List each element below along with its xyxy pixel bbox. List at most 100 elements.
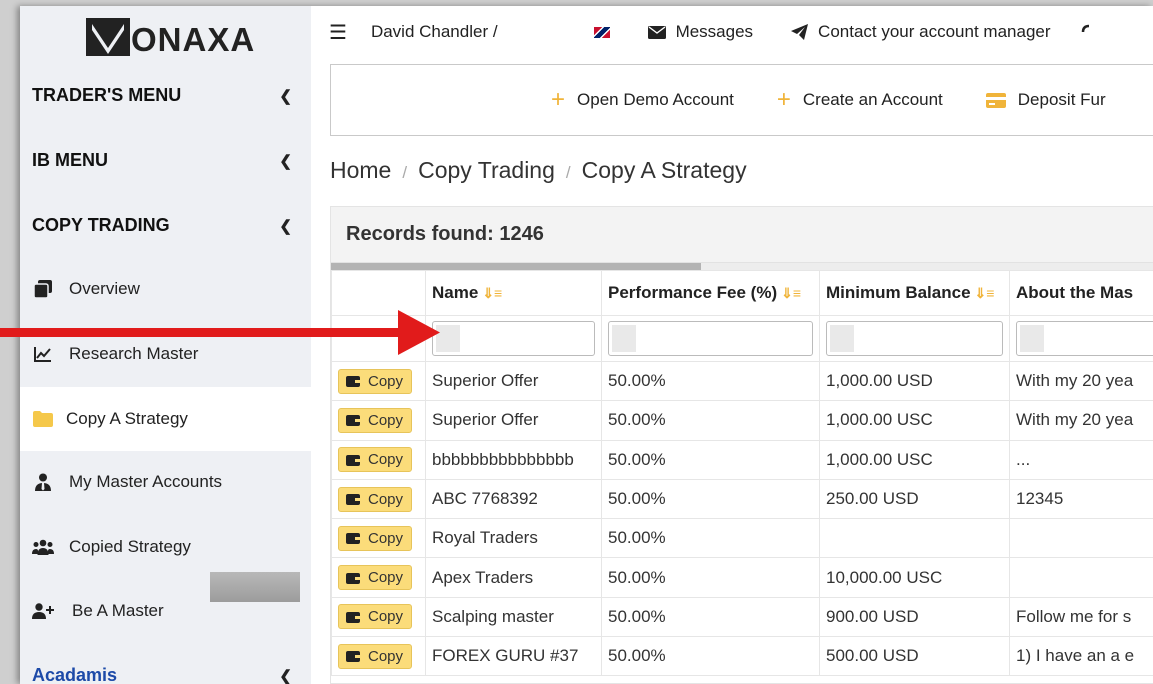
- min-balance-cell: 250.00 USD: [819, 478, 1010, 520]
- strategies-table: Name ⇓≡ Performance Fee (%) ⇓≡ Minimum Bal…: [331, 270, 1153, 677]
- fee-cell: 50.00%: [601, 478, 820, 520]
- menu-copy-trading[interactable]: COPY TRADING ❮: [32, 215, 292, 236]
- open-demo-account-button[interactable]: + Open Demo Account: [551, 88, 734, 112]
- annotation-arrow: [0, 310, 440, 355]
- extra-menu-icon[interactable]: [1081, 24, 1095, 40]
- uk-flag-icon[interactable]: [593, 26, 610, 38]
- column-header-name[interactable]: Name ⇓≡: [425, 270, 602, 316]
- table-row: Copy Royal Traders 50.00%: [331, 518, 1153, 559]
- fee-filter-input[interactable]: [608, 321, 813, 356]
- user-name[interactable]: David Chandler /: [371, 22, 498, 42]
- column-header-label: About the Mas: [1016, 283, 1134, 302]
- top-navbar: ☰ David Chandler / Messages Contact your…: [311, 6, 1153, 58]
- contact-manager-link[interactable]: Contact your account manager: [791, 22, 1051, 42]
- action-bar: + Open Demo Account + Create an Account …: [330, 64, 1153, 136]
- copy-button[interactable]: Copy: [338, 447, 413, 473]
- copy-label: Copy: [368, 451, 404, 469]
- wallet-icon: [346, 572, 360, 584]
- hamburger-menu-icon[interactable]: ☰: [329, 20, 347, 45]
- name-cell: Superior Offer: [425, 360, 602, 402]
- copy-label: Copy: [368, 529, 404, 547]
- copy-button[interactable]: Copy: [338, 604, 413, 630]
- sort-icon[interactable]: ⇓≡: [482, 285, 502, 301]
- sidebar-item-copy-a-strategy[interactable]: Copy A Strategy: [20, 387, 311, 451]
- contact-manager-label: Contact your account manager: [818, 22, 1051, 41]
- min-balance-cell: 900.00 USD: [819, 596, 1010, 638]
- about-cell: [1009, 518, 1153, 559]
- fee-cell: 50.00%: [601, 518, 820, 559]
- filter-cell: [601, 315, 820, 362]
- min-balance-cell: 10,000.00 USC: [819, 557, 1010, 598]
- wallet-icon: [346, 493, 360, 506]
- fee-cell: 50.00%: [601, 439, 820, 480]
- name-filter-input[interactable]: [432, 321, 595, 356]
- chevron-left-icon: ❮: [279, 152, 292, 170]
- records-count: Records found: 1246: [331, 207, 1153, 263]
- create-account-button[interactable]: + Create an Account: [777, 88, 943, 112]
- breadcrumb-separator: /: [402, 163, 408, 182]
- min-balance-filter-input[interactable]: [826, 321, 1003, 356]
- chevron-left-icon: ❮: [279, 87, 292, 105]
- table-header-row: Name ⇓≡ Performance Fee (%) ⇓≡ Minimum Bal…: [331, 270, 1153, 316]
- menu-acadamis[interactable]: Acadamis ❮: [32, 665, 292, 684]
- scrollbar-thumb[interactable]: [331, 263, 701, 270]
- name-cell: ABC 7768392: [425, 478, 602, 520]
- sidebar-item-label: Be A Master: [72, 601, 164, 620]
- column-header-fee[interactable]: Performance Fee (%) ⇓≡: [601, 270, 820, 316]
- about-cell: With my 20 yea: [1009, 360, 1153, 402]
- copy-label: Copy: [368, 372, 404, 390]
- copy-button[interactable]: Copy: [338, 407, 413, 433]
- min-balance-cell: 1,000.00 USC: [819, 400, 1010, 441]
- create-account-label: Create an Account: [802, 90, 943, 109]
- about-cell: 1) I have an a e: [1009, 636, 1153, 677]
- wallet-icon: [346, 414, 360, 427]
- plus-icon: +: [551, 86, 566, 113]
- name-cell: Royal Traders: [425, 518, 602, 559]
- sidebar-item-my-master-accounts[interactable]: My Master Accounts: [20, 452, 311, 512]
- strategies-panel: Records found: 1246 Name ⇓≡ Performance F…: [330, 206, 1153, 684]
- column-header-min-balance[interactable]: Minimum Balance ⇓≡: [819, 270, 1010, 316]
- sort-icon[interactable]: ⇓≡: [781, 285, 801, 301]
- column-header-about[interactable]: About the Mas: [1009, 270, 1153, 316]
- breadcrumb-copy-trading[interactable]: Copy Trading: [418, 157, 555, 183]
- sidebar-item-be-a-master[interactable]: Be A Master: [20, 581, 311, 641]
- horizontal-scrollbar[interactable]: [331, 263, 1153, 270]
- sidebar-item-copied-strategy[interactable]: Copied Strategy: [20, 517, 311, 577]
- logo[interactable]: ONAXA: [86, 8, 255, 58]
- sidebar-item-label: Overview: [69, 279, 140, 298]
- breadcrumb-home[interactable]: Home: [330, 157, 391, 183]
- action-cell: Copy: [331, 636, 426, 677]
- copy-button[interactable]: Copy: [338, 486, 413, 512]
- breadcrumb: Home / Copy Trading / Copy A Strategy: [330, 157, 747, 184]
- copy-button[interactable]: Copy: [338, 368, 413, 394]
- table-row: Copy Scalping master 50.00% 900.00 USD Follo…: [331, 596, 1153, 638]
- sort-icon[interactable]: ⇓≡: [975, 285, 995, 301]
- action-cell: Copy: [331, 400, 426, 441]
- min-balance-cell: 1,000.00 USD: [819, 360, 1010, 402]
- messages-link[interactable]: Messages: [647, 22, 753, 42]
- folder-icon: [32, 411, 54, 427]
- deposit-funds-button[interactable]: Deposit Fur: [985, 90, 1106, 110]
- users-icon: [32, 539, 54, 555]
- filter-cell: [819, 315, 1010, 362]
- wallet-icon: [346, 454, 360, 466]
- table-row: Copy FOREX GURU #37 50.00% 500.00 USD 1) I h…: [331, 636, 1153, 677]
- menu-ib[interactable]: IB MENU ❮: [32, 150, 292, 171]
- sidebar-item-label: Copy A Strategy: [66, 409, 188, 428]
- copy-button[interactable]: Copy: [338, 525, 413, 551]
- copy-label: Copy: [368, 569, 404, 587]
- copy-button[interactable]: Copy: [338, 565, 413, 591]
- menu-ib-label: IB MENU: [32, 150, 108, 170]
- copy-label: Copy: [368, 647, 404, 665]
- about-filter-input[interactable]: [1016, 321, 1153, 356]
- copy-button[interactable]: Copy: [338, 643, 413, 669]
- fee-cell: 50.00%: [601, 596, 820, 638]
- action-cell: Copy: [331, 596, 426, 638]
- action-cell: Copy: [331, 360, 426, 402]
- credit-card-icon: [985, 92, 1006, 108]
- table-row: Copy bbbbbbbbbbbbbbb 50.00% 1,000.00 USC...: [331, 439, 1153, 480]
- fee-cell: 50.00%: [601, 400, 820, 441]
- menu-traders[interactable]: TRADER'S MENU ❮: [32, 85, 292, 106]
- fee-cell: 50.00%: [601, 636, 820, 677]
- about-cell: 12345: [1009, 478, 1153, 520]
